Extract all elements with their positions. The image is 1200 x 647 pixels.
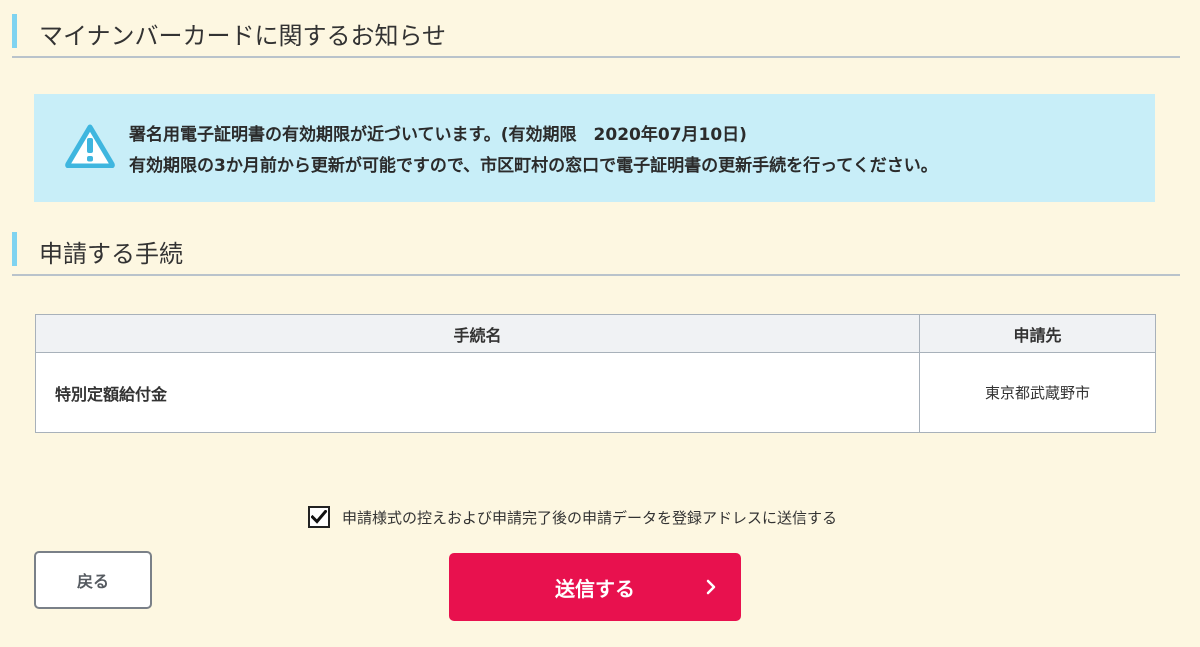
column-header-destination: 申請先 (919, 314, 1156, 353)
table-header-row: 手続名 申請先 (35, 314, 1156, 353)
notice-line-2: 有効期限の3か月前から更新が可能ですので、市区町村の窓口で電子証明書の更新手続を… (129, 156, 938, 176)
destination-cell: 東京都武蔵野市 (919, 352, 1156, 433)
checkmark-icon (311, 510, 327, 524)
procedure-heading-text: 申請する手続 (39, 240, 183, 268)
send-copy-label[interactable]: 申請様式の控えおよび申請完了後の申請データを登録アドレスに送信する (342, 507, 837, 528)
procedure-name-cell: 特別定額給付金 (35, 352, 920, 433)
chevron-right-icon (706, 579, 716, 595)
expiry-notice-box: 署名用電子証明書の有効期限が近づいています。(有効期限 2020年07月10日)… (34, 94, 1155, 202)
notice-heading-text: マイナンバーカードに関するお知らせ (39, 22, 447, 50)
send-copy-checkbox[interactable] (308, 506, 330, 528)
notice-line-1: 署名用電子証明書の有効期限が近づいています。(有効期限 2020年07月10日) (129, 125, 747, 145)
warning-icon (65, 124, 115, 168)
back-button[interactable]: 戻る (34, 551, 152, 609)
procedure-table: 手続名 申請先 特別定額給付金 東京都武蔵野市 (35, 314, 1156, 433)
heading-accent-bar (12, 14, 17, 48)
submit-button[interactable]: 送信する (449, 553, 741, 621)
procedure-section-heading: 申請する手続 (12, 228, 1180, 276)
column-header-procedure-name: 手続名 (35, 314, 920, 353)
submit-button-label: 送信する (555, 577, 635, 601)
notice-text: 署名用電子証明書の有効期限が近づいています。(有効期限 2020年07月10日)… (129, 120, 938, 182)
send-copy-consent: 申請様式の控えおよび申請完了後の申請データを登録アドレスに送信する (308, 505, 837, 529)
table-row: 特別定額給付金 東京都武蔵野市 (35, 352, 1156, 433)
heading-accent-bar (12, 232, 17, 266)
notice-section-heading: マイナンバーカードに関するお知らせ (12, 10, 1180, 58)
